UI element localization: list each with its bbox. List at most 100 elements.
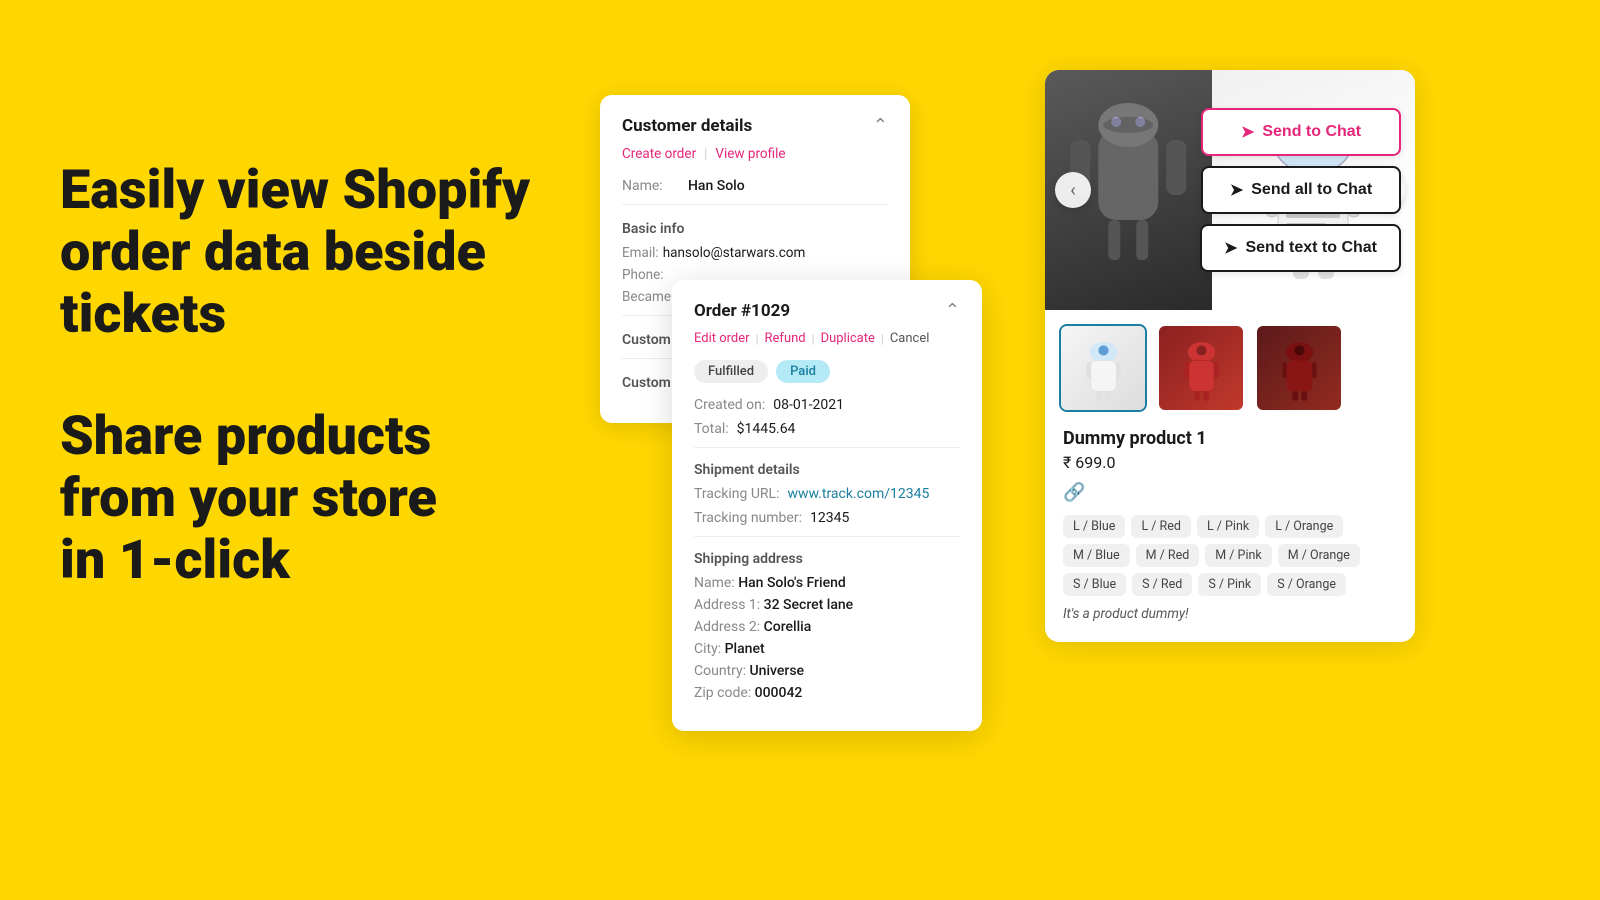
tracking-number-field: Tracking number: 12345 bbox=[694, 510, 960, 526]
order-divider-2: | bbox=[812, 332, 815, 346]
shipment-section: Shipment details bbox=[694, 462, 960, 478]
actions-divider: | bbox=[704, 147, 707, 162]
created-on-field: Created on: 08-01-2021 bbox=[694, 397, 960, 413]
ship-name-field: Name: Han Solo's Friend bbox=[694, 575, 960, 591]
send-to-chat-label: Send to Chat bbox=[1262, 123, 1361, 141]
product-description: It's a product dummy! bbox=[1063, 606, 1397, 622]
tracking-number-label: Tracking number: bbox=[694, 510, 802, 526]
thumbnail-2-image bbox=[1159, 326, 1243, 410]
product-price: ₹ 699.0 bbox=[1063, 453, 1397, 472]
total-label: Total: bbox=[694, 421, 729, 437]
became-label: Became bbox=[622, 289, 671, 305]
variant-tag[interactable]: L / Orange bbox=[1265, 515, 1343, 538]
variant-tag[interactable]: M / Pink bbox=[1205, 544, 1271, 567]
customer-card-title: Customer details bbox=[622, 116, 752, 136]
total-value: $1445.64 bbox=[737, 421, 796, 437]
order-card-header: Order #1029 ⌃ bbox=[694, 300, 960, 321]
product-thumbnails bbox=[1045, 310, 1415, 422]
total-field: Total: $1445.64 bbox=[694, 421, 960, 437]
address2-label: Address 2: bbox=[694, 619, 760, 635]
tracking-url-link[interactable]: www.track.com/12345 bbox=[787, 486, 929, 502]
customer-name-field: Name: Han Solo bbox=[622, 178, 888, 194]
view-profile-link[interactable]: View profile bbox=[715, 146, 785, 162]
variant-tag[interactable]: S / Orange bbox=[1267, 573, 1346, 596]
chevron-up-icon[interactable]: ⌃ bbox=[873, 115, 888, 136]
thumb-r2d2-dark-red bbox=[1272, 336, 1327, 401]
created-label: Created on: bbox=[694, 397, 765, 413]
product-variants: L / Blue L / Red L / Pink L / Orange M / Blu… bbox=[1063, 515, 1397, 596]
thumb-r2d2-red bbox=[1174, 336, 1229, 401]
order-chevron-icon[interactable]: ⌃ bbox=[945, 300, 960, 321]
product-link-icon[interactable]: 🔗 bbox=[1063, 482, 1397, 503]
name-label: Name: bbox=[622, 178, 682, 194]
order-card: Order #1029 ⌃ Edit order | Refund | Dupl… bbox=[672, 280, 982, 731]
chevron-left-icon: ‹ bbox=[1070, 180, 1075, 201]
thumb-r2d2-white bbox=[1076, 336, 1131, 401]
send-to-chat-button[interactable]: ➤ Send to Chat bbox=[1201, 108, 1401, 156]
product-card: ‹ › ➤ Send to Chat ➤ Send all to Chat ➤ … bbox=[1045, 70, 1415, 642]
zip-field: Zip code: 000042 bbox=[694, 685, 960, 701]
country-value: Universe bbox=[750, 663, 805, 679]
thumbnail-3-image bbox=[1257, 326, 1341, 410]
tracking-url-field: Tracking URL: www.track.com/12345 bbox=[694, 486, 960, 502]
ship-name-value: Han Solo's Friend bbox=[738, 575, 846, 591]
variant-tag[interactable]: L / Blue bbox=[1063, 515, 1125, 538]
cancel-link[interactable]: Cancel bbox=[890, 331, 930, 346]
variant-tag[interactable]: M / Blue bbox=[1063, 544, 1130, 567]
variant-tag[interactable]: L / Pink bbox=[1197, 515, 1259, 538]
send-all-to-chat-button[interactable]: ➤ Send all to Chat bbox=[1201, 166, 1401, 214]
country-field: Country: Universe bbox=[694, 663, 960, 679]
created-value: 08-01-2021 bbox=[773, 397, 844, 413]
basic-info-section: Basic info bbox=[622, 221, 888, 237]
thumbnail-3[interactable] bbox=[1255, 324, 1343, 412]
edit-order-link[interactable]: Edit order bbox=[694, 331, 750, 346]
variant-tag[interactable]: S / Blue bbox=[1063, 573, 1126, 596]
gallery-prev-button[interactable]: ‹ bbox=[1055, 172, 1091, 208]
email-field: Email: hansolo@starwars.com bbox=[622, 245, 888, 261]
zip-label: Zip code: bbox=[694, 685, 751, 701]
customer-card-header: Customer details ⌃ bbox=[622, 115, 888, 136]
address1-label: Address 1: bbox=[694, 597, 760, 613]
shipping-divider bbox=[694, 536, 960, 537]
card-divider-1 bbox=[622, 204, 888, 205]
address2-field: Address 2: Corellia bbox=[694, 619, 960, 635]
send-all-to-chat-label: Send all to Chat bbox=[1251, 181, 1372, 199]
product-name: Dummy product 1 bbox=[1063, 428, 1397, 449]
name-value: Han Solo bbox=[688, 178, 745, 194]
variant-tag[interactable]: S / Pink bbox=[1198, 573, 1261, 596]
hero-section: Easily view Shopify order data beside ti… bbox=[60, 160, 540, 593]
hero-heading-2: Share products from your store in 1-clic… bbox=[60, 406, 540, 592]
address1-value: 32 Secret lane bbox=[764, 597, 854, 613]
tracking-url-label: Tracking URL: bbox=[694, 486, 779, 502]
thumbnail-1[interactable] bbox=[1059, 324, 1147, 412]
city-value: Planet bbox=[725, 641, 765, 657]
variant-tag[interactable]: S / Red bbox=[1132, 573, 1192, 596]
hero-heading-1: Easily view Shopify order data beside ti… bbox=[60, 160, 540, 346]
variant-tag[interactable]: M / Orange bbox=[1278, 544, 1360, 567]
variant-tag[interactable]: L / Red bbox=[1131, 515, 1190, 538]
paid-badge: Paid bbox=[776, 360, 830, 383]
product-gallery-main: ‹ › ➤ Send to Chat ➤ Send all to Chat ➤ … bbox=[1045, 70, 1415, 310]
tracking-number-value: 12345 bbox=[810, 510, 849, 526]
email-value: hansolo@starwars.com bbox=[663, 245, 806, 261]
send-text-to-chat-button[interactable]: ➤ Send text to Chat bbox=[1200, 224, 1401, 272]
country-label: Country: bbox=[694, 663, 746, 679]
shipping-section: Shipping address bbox=[694, 551, 960, 567]
order-title: Order #1029 bbox=[694, 301, 790, 321]
phone-label: Phone: bbox=[622, 267, 664, 283]
duplicate-link[interactable]: Duplicate bbox=[821, 331, 875, 346]
order-badges: Fulfilled Paid bbox=[694, 360, 960, 383]
thumbnail-1-image bbox=[1061, 326, 1145, 410]
refund-link[interactable]: Refund bbox=[765, 331, 806, 346]
zip-value: 000042 bbox=[755, 685, 803, 701]
order-card-actions: Edit order | Refund | Duplicate | Cancel bbox=[694, 331, 960, 346]
create-order-link[interactable]: Create order bbox=[622, 146, 696, 162]
variant-tag[interactable]: M / Red bbox=[1136, 544, 1200, 567]
product-info: Dummy product 1 ₹ 699.0 🔗 L / Blue L / Re… bbox=[1045, 422, 1415, 622]
thumbnail-2[interactable] bbox=[1157, 324, 1245, 412]
city-field: City: Planet bbox=[694, 641, 960, 657]
address1-field: Address 1: 32 Secret lane bbox=[694, 597, 960, 613]
send-arrow-icon-3: ➤ bbox=[1224, 238, 1237, 258]
fulfilled-badge: Fulfilled bbox=[694, 360, 768, 383]
send-text-to-chat-label: Send text to Chat bbox=[1245, 239, 1377, 257]
